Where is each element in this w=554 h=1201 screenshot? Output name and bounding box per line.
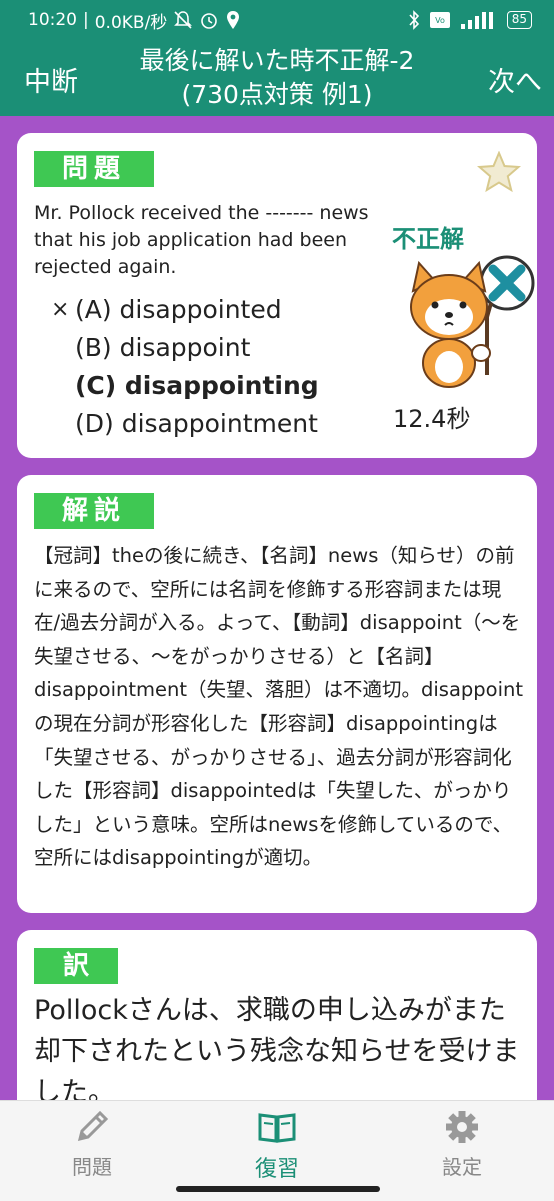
network-speed: 0.0KB/秒 <box>94 12 168 33</box>
question-tag: 問題 <box>34 151 154 187</box>
quit-button[interactable]: 中断 <box>24 60 78 99</box>
svg-text:Vo: Vo <box>435 16 445 25</box>
signal-icon <box>460 12 493 29</box>
explanation-tag: 解説 <box>34 493 154 529</box>
battery-indicator: 85 <box>506 11 532 29</box>
home-indicator[interactable] <box>176 1186 380 1192</box>
translation-text: Pollockさんは、求職の申し込みがまた却下されたという残念な知らせを受けまし… <box>34 995 520 1108</box>
option-label: (D) disappointment <box>75 409 318 438</box>
pencil-icon <box>77 1110 109 1142</box>
option-c[interactable]: (C) disappointing <box>51 367 319 405</box>
answer-time: 12.4秒 <box>393 405 471 433</box>
location-icon <box>227 11 240 29</box>
favorite-star-icon[interactable] <box>477 151 521 193</box>
nav-label-settings: 設定 <box>442 1155 482 1179</box>
volte-icon: Vo <box>429 12 450 28</box>
translation-tag: 訳 <box>34 948 118 984</box>
shiba-dog-wrong-icon <box>410 255 535 388</box>
gear-icon <box>446 1111 478 1143</box>
option-label: (A) disappointed <box>75 295 282 324</box>
alarm-icon <box>201 13 218 29</box>
option-d[interactable]: (D) disappointment <box>51 405 319 443</box>
page-title-line2: (730点対策 例1) <box>181 80 373 109</box>
nav-item-settings[interactable]: 設定 <box>402 1109 522 1180</box>
book-icon <box>258 1113 296 1143</box>
question-text: Mr. Pollock received the ------- news th… <box>34 202 369 278</box>
explanation-card: 解説 【冠詞】theの後に続き、【名詞】news（知らせ）の前に来るので、空所に… <box>17 475 537 913</box>
explanation-text: 【冠詞】theの後に続き、【名詞】news（知らせ）の前に来るので、空所には名詞… <box>34 544 524 870</box>
nav-label-question: 問題 <box>72 1155 112 1179</box>
option-a[interactable]: × (A) disappointed <box>51 291 319 329</box>
page-title: 最後に解いた時不正解-2 (730点対策 例1) <box>110 44 444 112</box>
option-label: (B) disappoint <box>75 333 251 362</box>
question-card: 問題 Mr. Pollock received the ------- news… <box>17 133 537 458</box>
answer-options: × (A) disappointed (B) disappoint (C) di… <box>51 291 319 443</box>
nav-item-question[interactable]: 問題 <box>32 1109 152 1180</box>
next-button[interactable]: 次へ <box>488 60 542 99</box>
app-bar: 中断 最後に解いた時不正解-2 (730点対策 例1) 次へ <box>0 40 554 116</box>
bluetooth-icon <box>409 10 419 30</box>
page-title-line1: 最後に解いた時不正解-2 <box>139 46 415 75</box>
result-label: 不正解 <box>392 225 464 253</box>
status-time: 10:20 <box>28 10 77 30</box>
option-b[interactable]: (B) disappoint <box>51 329 319 367</box>
option-label: (C) disappointing <box>75 371 319 400</box>
nav-item-review[interactable]: 復習 <box>217 1109 337 1183</box>
wrong-mark: × <box>51 297 70 322</box>
mute-icon <box>174 11 193 29</box>
nav-label-review: 復習 <box>254 1157 299 1182</box>
status-bar: 10:20 | 0.0KB/秒 Vo 85 <box>0 0 554 40</box>
